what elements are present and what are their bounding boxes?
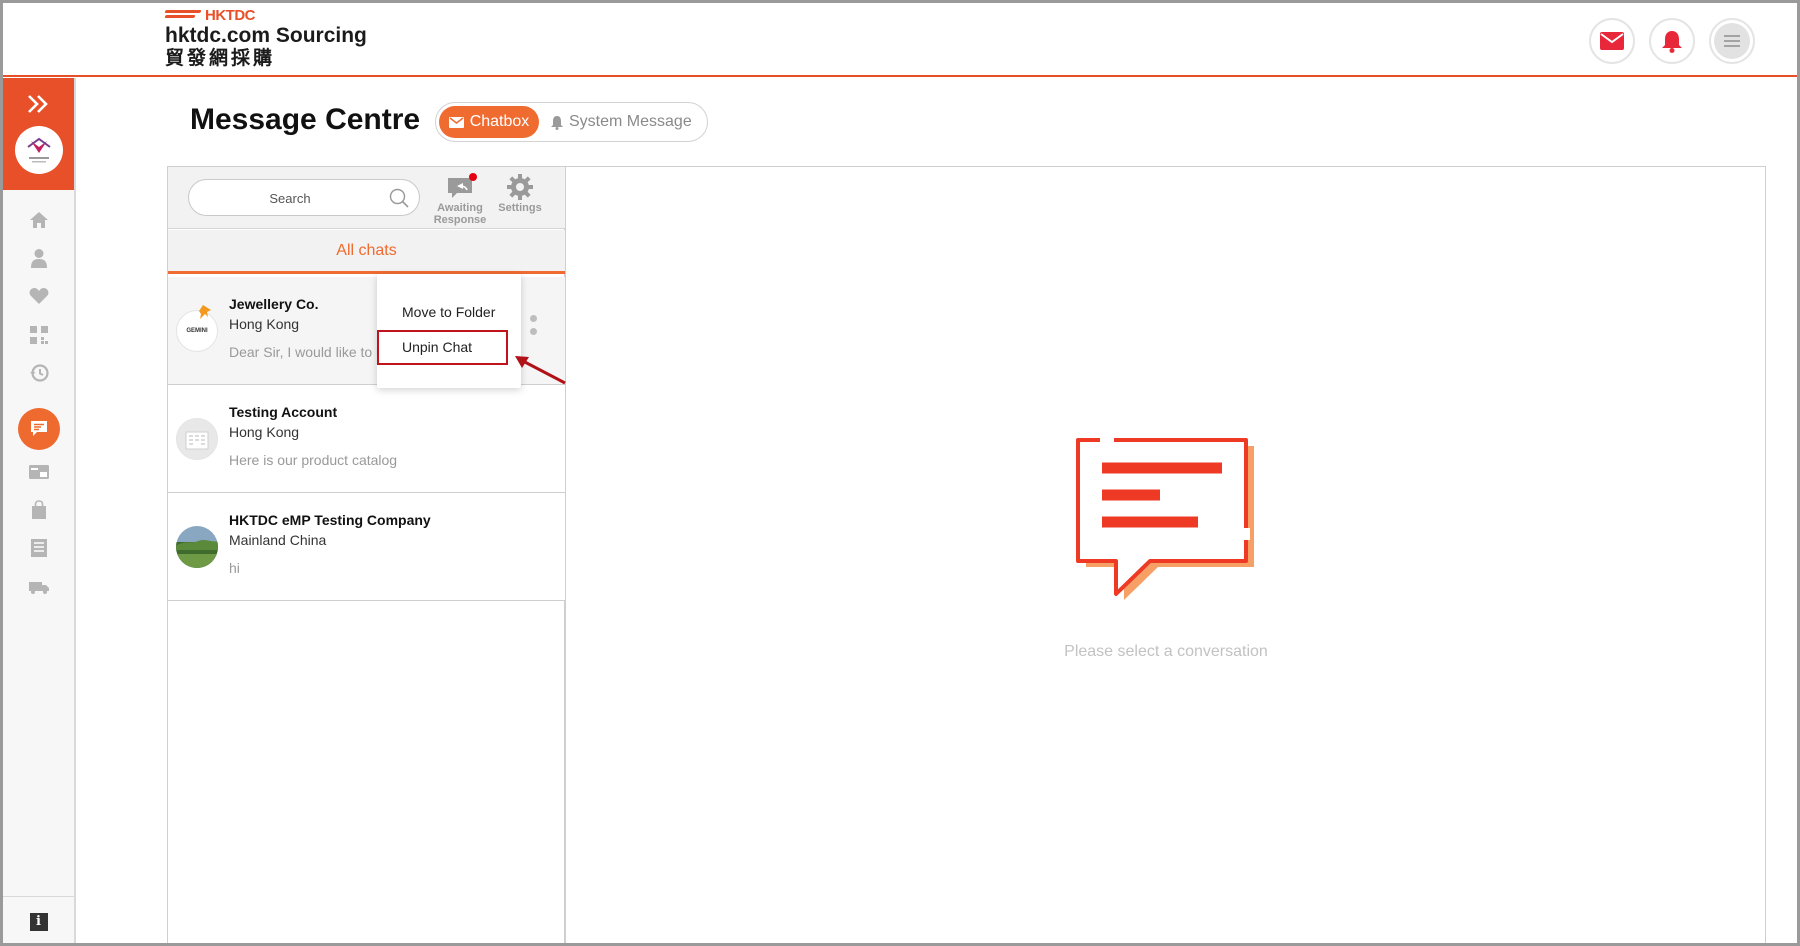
unpin-highlight-box [377,330,508,365]
tab-system-message[interactable]: System Message [550,106,692,138]
page-title: Message Centre [190,103,421,136]
chat-avatar [176,526,218,568]
bag-icon[interactable] [25,496,53,524]
logo-title: hktdc.com Sourcing [165,24,367,47]
tab-chatbox[interactable]: Chatbox [439,106,539,138]
chat-location: Mainland China [229,532,327,548]
mail-icon [1600,32,1624,50]
tab-system-message-label: System Message [569,113,692,130]
expand-icon[interactable] [27,94,49,119]
chat-icon-active[interactable] [18,408,60,450]
qr-icon[interactable] [25,321,53,349]
building-icon [185,431,209,450]
top-header: HKTDC hktdc.com Sourcing 貿發網採購 [3,3,1797,77]
gear-icon [507,174,533,200]
conversation-panel: Please select a conversation [566,166,1766,943]
awaiting-label-1: Awaiting [437,202,483,214]
tab-chatbox-label: Chatbox [469,113,530,130]
search-input[interactable] [205,188,375,208]
logo-mark-icon [164,9,202,21]
settings-button[interactable]: Settings [490,172,550,214]
logo-subtitle: 貿發網採購 [165,47,276,69]
search-box [188,179,420,216]
pin-icon [199,305,211,319]
unread-dot [469,173,477,181]
list-icon[interactable] [25,534,53,562]
user-avatar[interactable] [15,126,63,174]
sidebar-footer: i [3,896,74,943]
menu-icon [1714,23,1750,59]
chat-preview: Here is our product catalog [229,452,398,468]
company-logo-icon [27,137,51,163]
info-icon[interactable]: i [29,912,48,931]
awaiting-response-button[interactable]: Awaiting Response [430,172,490,226]
mail-button[interactable] [1589,18,1635,64]
settings-icon-wrap [490,172,550,200]
chat-location: Hong Kong [229,316,300,332]
chat-name: Jewellery Co. [229,296,319,312]
more-options-icon[interactable] [530,315,540,341]
notification-button[interactable] [1649,18,1695,64]
awaiting-response-icon-wrap [430,172,490,200]
menu-item-move-to-folder[interactable]: Move to Folder [402,304,495,320]
chat-item-testing-account[interactable]: Testing Account Hong Kong Here is our pr… [168,385,565,493]
chat-icon [31,421,47,436]
truck-icon[interactable] [25,572,53,600]
chat-name: Testing Account [229,404,338,420]
settings-label: Settings [498,202,542,214]
logo-brand: HKTDC [205,6,256,24]
heart-icon[interactable] [25,282,53,310]
chat-avatar [176,418,218,460]
chat-item-hktdc-emp-testing[interactable]: HKTDC eMP Testing Company Mainland China… [168,493,565,601]
hktdc-logo[interactable]: HKTDC hktdc.com Sourcing 貿發網採購 [164,6,367,69]
home-icon[interactable] [25,206,53,234]
card-icon[interactable] [25,458,53,486]
avatar-label: GEMINI [186,328,208,334]
chat-preview: hi [229,560,240,576]
logo-brand-row: HKTDC [164,6,367,24]
search-icon[interactable] [389,188,409,208]
bell-icon [551,115,563,130]
all-chats-tab[interactable]: All chats [168,230,565,274]
chat-toolbar: Awaiting Response [168,167,565,229]
awaiting-label-2: Response [433,214,487,226]
empty-chat-illustration-icon [1076,436,1254,600]
annotation-arrow-icon [515,356,566,385]
bell-icon [1662,31,1682,53]
sidebar-header [3,78,74,190]
landscape-photo-icon [176,526,218,568]
history-icon[interactable] [25,359,53,387]
empty-state-text: Please select a conversation [1064,643,1268,660]
user-icon[interactable] [25,244,53,272]
app-window: HKTDC hktdc.com Sourcing 貿發網採購 i Message… [0,0,1800,946]
chat-preview: Dear Sir, I would like to k [229,344,379,360]
left-sidebar: i [3,78,76,943]
chat-name: HKTDC eMP Testing Company [229,512,431,528]
envelope-icon [448,116,464,128]
tab-group: Chatbox System Message [435,102,708,142]
menu-button[interactable] [1709,18,1755,64]
chat-location: Hong Kong [229,424,300,440]
